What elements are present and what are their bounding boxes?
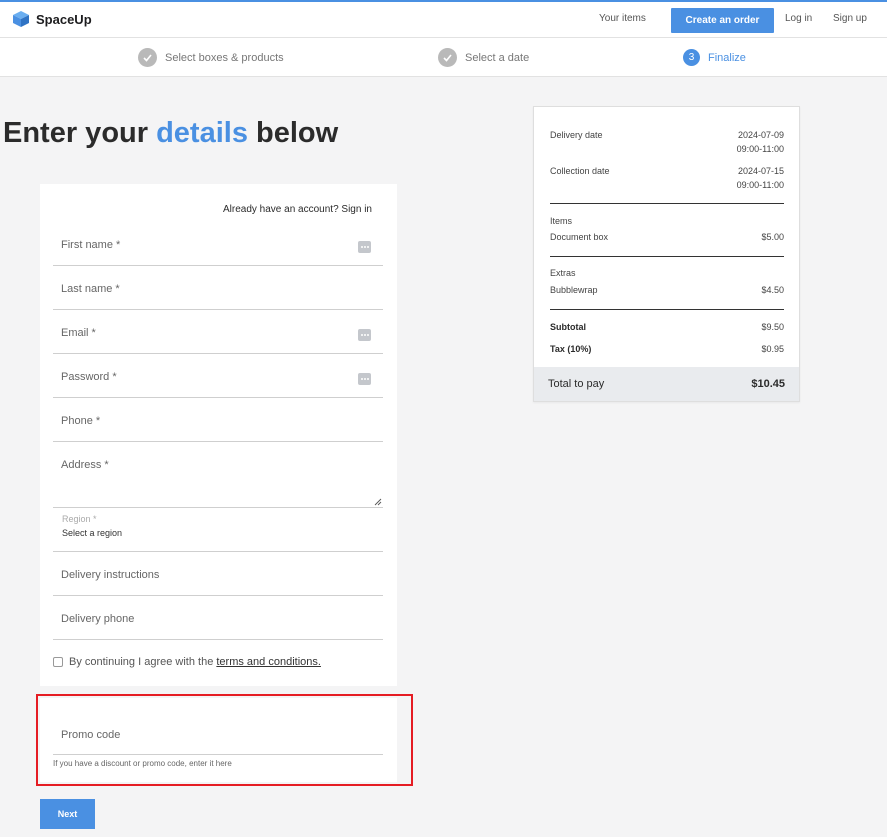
delivery-instructions-field[interactable]: Delivery instructions (53, 552, 383, 596)
order-summary: Delivery date 2024-07-09 09:00-11:00 Coll… (533, 106, 800, 402)
field-label: Delivery phone (61, 613, 135, 625)
step-finalize[interactable]: 3 Finalize (683, 49, 746, 66)
cube-logo-icon (13, 11, 29, 27)
top-navbar: SpaceUp Your items Create an order Log i… (0, 0, 887, 38)
item-price: $5.00 (761, 232, 784, 242)
delivery-date-value: 2024-07-09 09:00-11:00 (737, 128, 784, 156)
extra-row: Bubblewrap $4.50 (550, 285, 784, 295)
check-icon (438, 48, 457, 67)
brand-name: SpaceUp (36, 11, 92, 27)
field-label: First name * (61, 239, 121, 251)
delivery-phone-field[interactable]: Delivery phone (53, 596, 383, 640)
subtotal-label: Subtotal (550, 322, 586, 332)
nav-log-in[interactable]: Log in (785, 13, 812, 24)
subtotal-value: $9.50 (761, 322, 784, 332)
item-name: Document box (550, 232, 609, 242)
total-label: Total to pay (548, 378, 605, 390)
collection-date-value: 2024-07-15 09:00-11:00 (737, 164, 784, 192)
delivery-date-row: Delivery date 2024-07-09 09:00-11:00 (550, 128, 784, 156)
date-value: 2024-07-09 (737, 130, 784, 140)
step-select-boxes[interactable]: Select boxes & products (138, 48, 284, 67)
extras-title: Extras (550, 268, 576, 278)
email-field[interactable]: Email * (53, 310, 383, 354)
terms-text: By continuing I agree with the terms and… (69, 656, 321, 668)
delivery-date-label: Delivery date (550, 130, 603, 140)
promo-label: Promo code (61, 729, 121, 741)
terms-agreement: By continuing I agree with the terms and… (53, 656, 321, 668)
total-value: $10.45 (751, 378, 785, 390)
region-label: Region * (62, 514, 97, 524)
autofill-icon[interactable] (358, 241, 371, 253)
time-value: 09:00-11:00 (736, 144, 784, 154)
field-label: Last name * (61, 283, 120, 295)
divider (550, 309, 784, 310)
promo-card: Promo code If you have a discount or pro… (40, 698, 397, 782)
title-text: below (247, 117, 339, 149)
promo-help-text: If you have a discount or promo code, en… (53, 759, 232, 768)
region-value: Select a region (62, 528, 123, 538)
date-value: 2024-07-15 (737, 166, 784, 176)
field-label: Address * (61, 459, 109, 471)
phone-field[interactable]: Phone * (53, 398, 383, 442)
collection-date-label: Collection date (550, 166, 610, 176)
first-name-field[interactable]: First name * (53, 222, 383, 266)
next-button[interactable]: Next (40, 799, 95, 829)
item-row: Document box $5.00 (550, 232, 784, 242)
field-label: Email * (61, 327, 96, 339)
signin-link[interactable]: Already have an account? Sign in (223, 204, 372, 215)
items-title: Items (550, 216, 573, 226)
tax-label: Tax (10%) (550, 344, 592, 354)
step-label: Select boxes & products (165, 51, 284, 64)
create-order-button[interactable]: Create an order (671, 8, 774, 33)
autofill-icon[interactable] (358, 329, 371, 341)
extra-name: Bubblewrap (550, 285, 598, 295)
details-form: Already have an account? Sign in First n… (40, 184, 397, 686)
autofill-icon[interactable] (358, 373, 371, 385)
last-name-field[interactable]: Last name * (53, 266, 383, 310)
resize-handle-icon[interactable] (374, 498, 382, 506)
tax-value: $0.95 (761, 344, 784, 354)
field-label: Delivery instructions (61, 569, 160, 581)
terms-checkbox[interactable] (53, 657, 63, 667)
nav-your-items[interactable]: Your items (599, 13, 646, 24)
title-accent: details (156, 117, 248, 149)
time-value: 09:00-11:00 (736, 180, 784, 190)
promo-code-field[interactable]: Promo code (53, 698, 383, 755)
brand-logo[interactable]: SpaceUp (12, 10, 92, 28)
collection-date-row: Collection date 2024-07-15 09:00-11:00 (550, 164, 784, 192)
region-select[interactable]: Region * Select a region (53, 508, 383, 552)
field-label: Phone * (61, 415, 101, 427)
progress-steps: Select boxes & products Select a date 3 … (0, 38, 887, 77)
password-field[interactable]: Password * (53, 354, 383, 398)
title-text: Enter your (3, 117, 157, 149)
extra-price: $4.50 (761, 285, 784, 295)
step-label: Select a date (465, 51, 530, 64)
page-title: Enter your details below (3, 117, 338, 150)
tax-row: Tax (10%) $0.95 (550, 344, 784, 354)
step-select-date[interactable]: Select a date (438, 48, 529, 67)
divider (550, 256, 784, 257)
step-number: 3 (683, 49, 700, 66)
address-field[interactable]: Address * (53, 442, 383, 508)
terms-link[interactable]: terms and conditions. (216, 656, 321, 668)
total-row: Total to pay $10.45 (534, 367, 799, 401)
promo-highlight: Promo code If you have a discount or pro… (36, 694, 413, 786)
subtotal-row: Subtotal $9.50 (550, 322, 784, 332)
divider (550, 203, 784, 204)
terms-label: By continuing I agree with the (69, 656, 217, 668)
field-label: Password * (61, 371, 117, 383)
nav-sign-up[interactable]: Sign up (833, 13, 867, 24)
step-label: Finalize (708, 51, 746, 64)
check-icon (138, 48, 157, 67)
